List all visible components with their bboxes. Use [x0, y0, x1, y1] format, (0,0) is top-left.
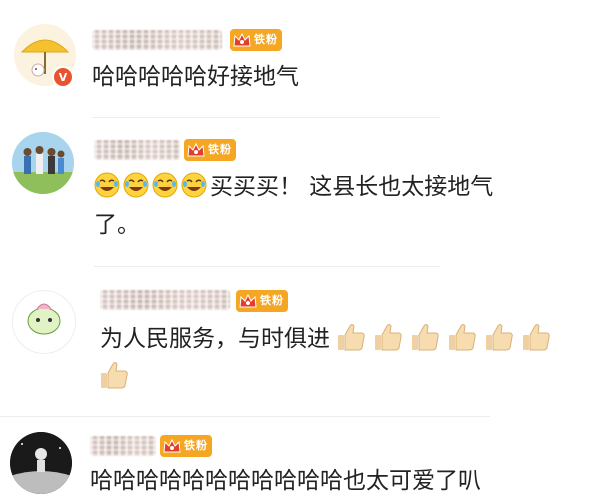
user-avatar[interactable]	[10, 432, 72, 494]
comment-text-line1: 买买买！ 这县长也太接地气	[210, 174, 494, 200]
comment-text: 买买买！ 这县长也太接地气 了。	[94, 168, 534, 244]
thumbs-up-emoji-icon	[522, 322, 551, 352]
divider	[94, 266, 440, 267]
group-photo-avatar-image	[12, 132, 74, 194]
username-redacted[interactable]	[90, 436, 156, 456]
divider	[0, 416, 490, 417]
verified-badge: V	[52, 66, 74, 88]
comment-text: 哈哈哈哈哈好接地气	[92, 64, 299, 90]
astronaut-moon-avatar-image	[10, 432, 72, 494]
comment-3: 铁粉 为人民服务，与时俱进	[0, 268, 600, 418]
user-avatar[interactable]	[12, 290, 76, 354]
thumbs-up-emoji-icon	[411, 322, 440, 352]
laughing-tears-emoji-icon	[94, 172, 120, 198]
username-redacted[interactable]	[94, 140, 180, 160]
laughing-tears-emoji-icon	[152, 172, 178, 198]
crown-icon	[232, 31, 252, 49]
fan-badge: 铁粉	[230, 29, 282, 51]
thumbs-up-emoji-icon	[374, 322, 403, 352]
thumbs-up-emoji-icon	[100, 360, 129, 390]
badge-label: 铁粉	[184, 439, 208, 452]
cartoon-avatar-image	[14, 292, 74, 352]
comment-text: 为人民服务，与时俱进	[100, 320, 596, 396]
thumbs-up-emoji-icon	[337, 322, 366, 352]
username-redacted[interactable]	[100, 290, 230, 310]
badge-label: 铁粉	[208, 143, 232, 156]
comment-2: 铁粉 买买买！ 这县长也太接地气 了。	[0, 118, 600, 268]
fan-badge: 铁粉	[160, 435, 212, 457]
fan-badge: 铁粉	[184, 139, 236, 161]
thumbs-up-emoji-icon	[485, 322, 514, 352]
comment-text-line2: 了。	[94, 212, 140, 238]
comment-4: 铁粉 哈哈哈哈哈哈哈哈哈哈哈也太可爱了叭	[0, 418, 600, 503]
badge-label: 铁粉	[260, 294, 284, 307]
crown-icon	[186, 141, 206, 159]
comment-text: 哈哈哈哈哈哈哈哈哈哈哈也太可爱了叭	[90, 468, 481, 494]
username-redacted[interactable]	[92, 30, 222, 50]
thumbs-up-emoji-icon	[448, 322, 477, 352]
laughing-tears-emoji-icon	[181, 172, 207, 198]
comment-1: V 铁粉 哈哈哈哈哈好接地气	[0, 0, 600, 118]
crown-icon	[238, 292, 258, 310]
laughing-tears-emoji-icon	[123, 172, 149, 198]
user-avatar[interactable]	[12, 132, 74, 194]
fan-badge: 铁粉	[236, 290, 288, 312]
comment-text-line1: 为人民服务，与时俱进	[100, 326, 330, 352]
crown-icon	[162, 437, 182, 455]
badge-label: 铁粉	[254, 33, 278, 46]
